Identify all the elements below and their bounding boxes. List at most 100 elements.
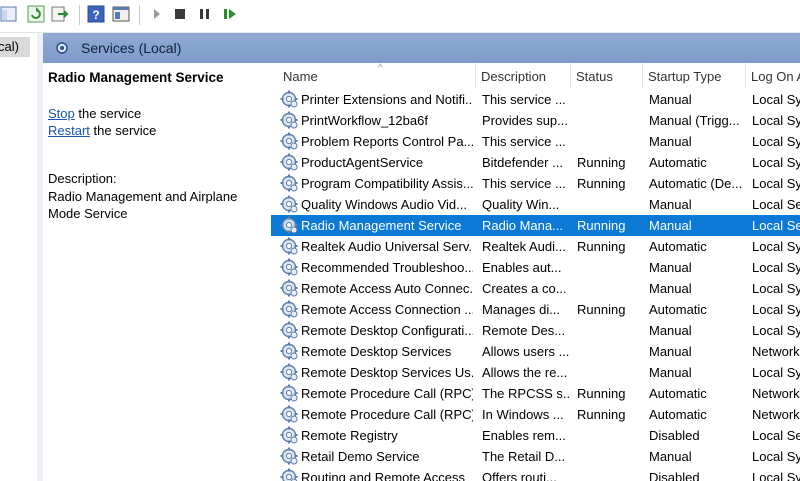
refresh-icon[interactable]: [27, 5, 45, 23]
service-gear-icon: [280, 132, 299, 151]
column-header-startup-type[interactable]: Startup Type: [643, 63, 746, 89]
service-description-cell: Manages di...: [482, 302, 561, 317]
service-row[interactable]: Remote Procedure Call (RPC) The RPCSS s..…: [271, 383, 800, 404]
service-row[interactable]: Remote Access Connection ... Manages di..…: [271, 299, 800, 320]
service-description-cell: Radio Mana...: [482, 218, 563, 233]
service-startup-type-cell: Manual: [649, 449, 692, 464]
service-status-cell: Running: [577, 239, 626, 254]
service-row[interactable]: Recommended Troubleshoo... Enables aut...…: [271, 257, 800, 278]
service-row[interactable]: PrintWorkflow_12ba6f Provides sup... Manua…: [271, 110, 800, 131]
properties-view-icon[interactable]: [112, 5, 130, 23]
service-status-cell: [577, 446, 643, 467]
service-row[interactable]: Remote Desktop Configurati... Remote Des.…: [271, 320, 800, 341]
service-name-cell: Remote Registry: [301, 428, 398, 443]
description-text: Radio Management and Airplane Mode Servi…: [48, 189, 238, 221]
service-description-cell: Bitdefender ...: [482, 155, 563, 170]
service-row[interactable]: Remote Registry Enables rem... Disabled Loc…: [271, 425, 800, 446]
service-status-cell: Running: [577, 407, 626, 422]
service-row[interactable]: Printer Extensions and Notifi... This ser…: [271, 89, 800, 110]
service-name-cell: Remote Access Connection ...: [301, 302, 473, 317]
services-list: Name ^ Description Status Startup Type L…: [271, 63, 800, 481]
service-log-on-as-cell: Local Sys: [752, 239, 800, 254]
service-status-cell: [577, 89, 643, 110]
service-row[interactable]: Program Compatibility Assis... This servi…: [271, 173, 800, 194]
svg-text:?: ?: [92, 8, 99, 22]
service-row[interactable]: Retail Demo Service The Retail D... Manual…: [271, 446, 800, 467]
stop-suffix: the service: [78, 106, 142, 121]
service-row[interactable]: Problem Reports Control Pa... This servic…: [271, 131, 800, 152]
selected-service-name: Radio Management Service: [48, 70, 224, 85]
service-log-on-as-cell: Local Sys: [752, 260, 800, 275]
service-description-cell: Enables aut...: [482, 260, 562, 275]
service-startup-type-cell: Manual: [649, 218, 692, 233]
services-icon: [55, 41, 73, 60]
service-gear-icon: [280, 174, 299, 193]
service-gear-icon: [280, 258, 299, 277]
tree-item-services-local[interactable]: cal): [0, 37, 30, 57]
service-gear-icon: [280, 216, 299, 235]
show-hide-console-tree-icon[interactable]: [0, 5, 18, 23]
service-name-cell: Printer Extensions and Notifi...: [301, 92, 473, 107]
column-header-name[interactable]: Name ^: [278, 63, 476, 89]
toolbar-separator: [79, 5, 80, 25]
pause-service-icon[interactable]: [196, 5, 214, 23]
toolbar-separator: [139, 5, 140, 25]
export-list-icon[interactable]: [51, 5, 69, 23]
service-description-cell: In Windows ...: [482, 407, 564, 422]
service-row[interactable]: Routing and Remote Access Offers routi...…: [271, 467, 800, 481]
service-startup-type-cell: Automatic: [649, 302, 707, 317]
service-log-on-as-cell: Network: [752, 344, 800, 359]
service-description-cell: The RPCSS s...: [482, 386, 570, 401]
service-row[interactable]: ProductAgentService Bitdefender ... Runnin…: [271, 152, 800, 173]
restart-service-icon[interactable]: [221, 5, 239, 23]
service-description-cell: Allows users ...: [482, 344, 570, 359]
service-description-cell: Remote Des...: [482, 323, 566, 338]
service-name-cell: Realtek Audio Universal Serv...: [301, 239, 473, 254]
service-gear-icon: [280, 342, 299, 361]
service-name-cell: Program Compatibility Assis...: [301, 176, 473, 191]
service-gear-icon: [280, 363, 299, 382]
service-log-on-as-cell: Local Sys: [752, 470, 800, 481]
service-gear-icon: [280, 468, 299, 481]
stop-service-icon[interactable]: [171, 5, 189, 23]
service-row[interactable]: Quality Windows Audio Vid... Quality Win.…: [271, 194, 800, 215]
service-status-cell: Running: [577, 218, 626, 233]
column-header-status[interactable]: Status: [571, 63, 643, 89]
service-log-on-as-cell: Network: [752, 407, 800, 422]
service-row[interactable]: Realtek Audio Universal Serv... Realtek A…: [271, 236, 800, 257]
service-startup-type-cell: Manual (Trigg...: [649, 113, 740, 128]
restart-link[interactable]: Restart: [48, 123, 90, 138]
service-startup-type-cell: Disabled: [649, 470, 700, 481]
service-log-on-as-cell: Local Sys: [752, 281, 800, 296]
service-name-cell: ProductAgentService: [301, 155, 424, 170]
service-name-cell: Remote Procedure Call (RPC)...: [301, 407, 473, 422]
service-description-cell: Enables rem...: [482, 428, 566, 443]
stop-link[interactable]: Stop: [48, 106, 75, 121]
service-row[interactable]: Remote Desktop Services Allows users ... M…: [271, 341, 800, 362]
service-status-cell: Running: [577, 176, 626, 191]
service-row[interactable]: Remote Procedure Call (RPC)... In Windows…: [271, 404, 800, 425]
column-header-description[interactable]: Description: [476, 63, 571, 89]
service-status-cell: [577, 425, 643, 446]
service-row[interactable]: Radio Management Service Radio Mana... Run…: [271, 215, 800, 236]
help-icon[interactable]: ?: [87, 5, 105, 23]
service-row[interactable]: Remote Desktop Services Us... Allows the …: [271, 362, 800, 383]
service-gear-icon: [280, 426, 299, 445]
service-gear-icon: [280, 279, 299, 298]
start-service-icon[interactable]: [148, 5, 166, 23]
service-startup-type-cell: Manual: [649, 281, 692, 296]
service-log-on-as-cell: Local Sys: [752, 365, 800, 380]
service-startup-type-cell: Automatic: [649, 386, 707, 401]
service-startup-type-cell: Automatic: [649, 407, 707, 422]
service-gear-icon: [280, 195, 299, 214]
service-status-cell: Running: [577, 386, 626, 401]
service-name-cell: Routing and Remote Access: [301, 470, 466, 481]
service-description-cell: This service ...: [482, 134, 566, 149]
service-row[interactable]: Remote Access Auto Connec... Creates a co…: [271, 278, 800, 299]
service-log-on-as-cell: Local Sys: [752, 449, 800, 464]
service-gear-icon: [280, 90, 299, 109]
description-label: Description:: [48, 171, 117, 186]
service-startup-type-cell: Automatic (De...: [649, 176, 743, 191]
column-header-log-on-as[interactable]: Log On As: [746, 63, 800, 89]
service-gear-icon: [280, 300, 299, 319]
